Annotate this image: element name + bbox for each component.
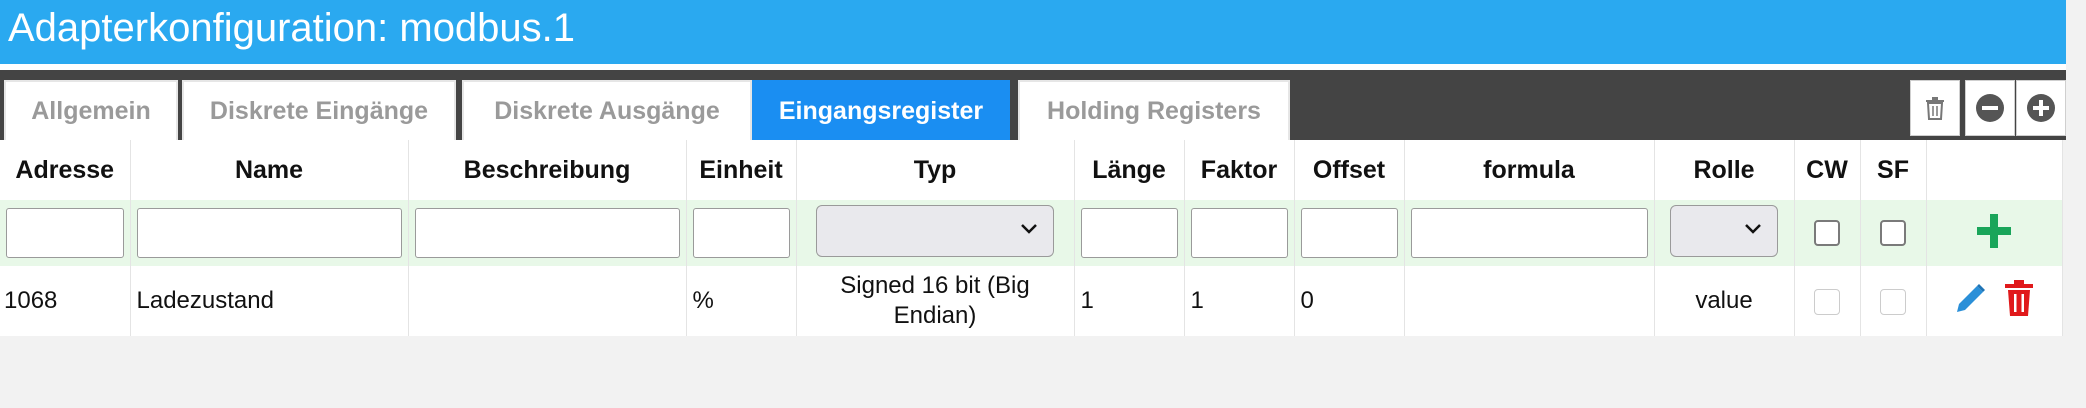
filter-cell: [1294, 200, 1405, 266]
col-header-formula: formula: [1404, 140, 1655, 200]
tab-diskrete-eingaenge[interactable]: Diskrete Eingänge: [182, 80, 456, 140]
einheit-input[interactable]: [692, 208, 790, 258]
cell-laenge: 1: [1074, 266, 1185, 336]
filter-cell: [1654, 200, 1795, 266]
beschreibung-input[interactable]: [414, 208, 680, 258]
filter-cell: [0, 200, 131, 266]
filter-cell: [1926, 200, 2063, 266]
filter-cell: [796, 200, 1075, 266]
cell-rolle: value: [1654, 266, 1795, 336]
tab-label: Diskrete Ausgänge: [494, 96, 720, 125]
col-header-sf: SF: [1860, 140, 1927, 200]
tab-holding-registers[interactable]: Holding Registers: [1018, 80, 1290, 140]
chevron-down-icon: [1745, 223, 1761, 234]
tab-label: Allgemein: [31, 96, 151, 125]
filter-cell: [686, 200, 797, 266]
cell-formula: [1404, 266, 1655, 336]
laenge-input[interactable]: [1080, 208, 1178, 258]
trash-icon: [1926, 97, 1944, 120]
filter-cell: [1794, 200, 1861, 266]
cell-typ: Signed 16 bit (Big Endian): [796, 266, 1075, 336]
plus-circle-icon: [2027, 94, 2055, 122]
col-header-beschreibung: Beschreibung: [408, 140, 687, 200]
col-header-faktor: Faktor: [1184, 140, 1295, 200]
cell-sf: [1860, 266, 1927, 336]
cell-beschreibung: [408, 266, 687, 336]
sf-checkbox[interactable]: [1880, 220, 1906, 246]
tab-bar: Allgemein Diskrete Eingänge Diskrete Aus…: [0, 70, 2066, 140]
tab-diskrete-ausgaenge[interactable]: Diskrete Ausgänge: [462, 80, 752, 140]
cell-faktor: 1: [1184, 266, 1295, 336]
cell-einheit: %: [686, 266, 797, 336]
table-row: 1068 Ladezustand % Signed 16 bit (Big En…: [0, 266, 2063, 336]
cell-actions: [1926, 266, 2063, 336]
tab-label: Diskrete Eingänge: [209, 96, 429, 125]
col-header-name: Name: [130, 140, 409, 200]
adresse-input[interactable]: [6, 208, 124, 258]
filter-cell: [1404, 200, 1655, 266]
add-button[interactable]: [2016, 80, 2066, 136]
chevron-down-icon: [1021, 223, 1037, 234]
window-title: Adapterkonfiguration: modbus.1: [8, 6, 576, 50]
edit-button[interactable]: [1953, 280, 1989, 323]
cell-name: Ladezustand: [130, 266, 409, 336]
tab-label: Eingangsregister: [778, 96, 984, 125]
cw-checkbox[interactable]: [1814, 220, 1840, 246]
col-header-actions: [1926, 140, 2063, 200]
filter-cell: [1184, 200, 1295, 266]
filter-cell: [1074, 200, 1185, 266]
col-header-offset: Offset: [1294, 140, 1405, 200]
cell-adresse: 1068: [0, 266, 131, 336]
plus-icon: [1977, 213, 2011, 248]
faktor-input[interactable]: [1190, 208, 1288, 258]
filter-cell: [408, 200, 687, 266]
col-header-rolle: Rolle: [1654, 140, 1795, 200]
cw-checkbox[interactable]: [1814, 288, 1840, 315]
filter-row: [0, 200, 2063, 266]
register-table: Adresse Name Beschreibung Einheit Typ Lä…: [0, 140, 2063, 336]
sf-checkbox[interactable]: [1880, 288, 1906, 315]
tab-eingangsregister[interactable]: Eingangsregister: [752, 80, 1010, 140]
rolle-select[interactable]: [1670, 204, 1778, 257]
pencil-icon: [1956, 283, 1985, 312]
col-header-einheit: Einheit: [686, 140, 797, 200]
col-header-adresse: Adresse: [0, 140, 131, 200]
name-input[interactable]: [136, 208, 402, 258]
title-bar: Adapterkonfiguration: modbus.1: [0, 0, 2066, 64]
offset-input[interactable]: [1300, 208, 1398, 258]
col-header-laenge: Länge: [1074, 140, 1185, 200]
col-header-typ: Typ: [796, 140, 1075, 200]
delete-row-button[interactable]: [2003, 279, 2035, 324]
delete-all-button[interactable]: [1910, 80, 1960, 136]
trash-icon: [2005, 279, 2034, 316]
typ-select[interactable]: [816, 204, 1054, 257]
formula-input[interactable]: [1410, 208, 1648, 258]
cell-cw: [1794, 266, 1861, 336]
header-row: Adresse Name Beschreibung Einheit Typ Lä…: [0, 140, 2063, 200]
minus-circle-icon: [1976, 94, 2004, 122]
remove-button[interactable]: [1965, 80, 2015, 136]
filter-cell: [130, 200, 409, 266]
filter-cell: [1860, 200, 1927, 266]
tab-label: Holding Registers: [1047, 96, 1261, 125]
col-header-cw: CW: [1794, 140, 1861, 200]
add-row-button[interactable]: [1975, 212, 2013, 255]
cell-offset: 0: [1294, 266, 1405, 336]
tab-allgemein[interactable]: Allgemein: [4, 80, 178, 140]
